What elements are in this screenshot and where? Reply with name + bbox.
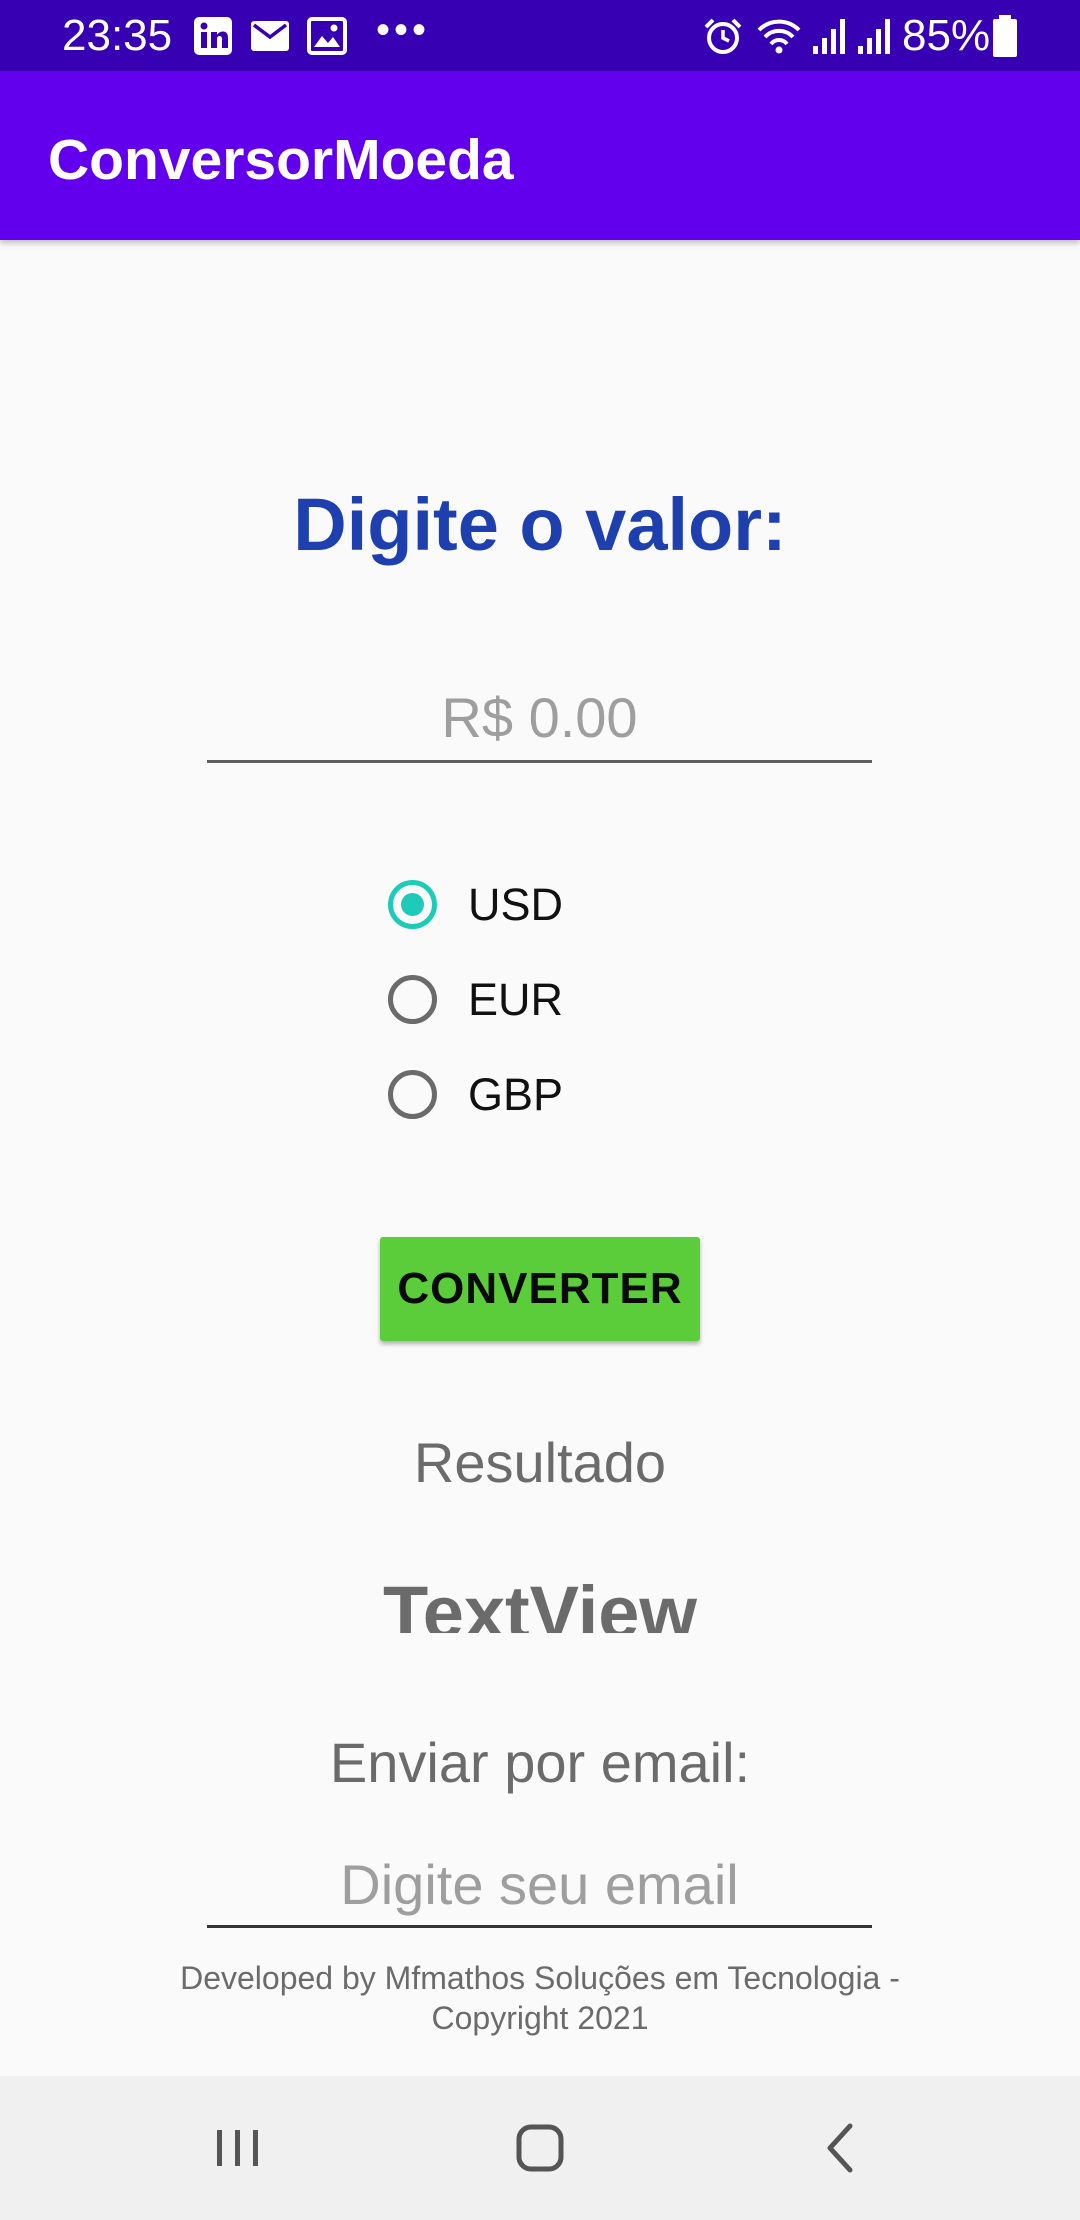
radio-label-gbp: GBP — [468, 1069, 564, 1120]
radio-button[interactable] — [388, 975, 437, 1024]
recent-apps-icon[interactable] — [198, 2108, 278, 2188]
wifi-icon — [757, 19, 801, 54]
back-icon[interactable] — [802, 2108, 882, 2188]
more-notifications-icon: ••• — [376, 8, 431, 52]
status-time: 23:35 — [62, 11, 173, 60]
radio-option-eur[interactable]: EUR — [388, 968, 688, 1063]
linkedin-icon — [194, 17, 232, 55]
amount-input[interactable]: R$ 0.00 — [207, 670, 872, 763]
footer: Developed by Mfmathos Soluções em Tecnol… — [0, 1958, 1080, 2038]
result-value-container: TextView — [0, 1565, 1080, 1633]
radio-option-gbp[interactable]: GBP — [388, 1063, 688, 1158]
footer-line: Developed by Mfmathos Soluções em Tecnol… — [180, 1960, 900, 1996]
footer-line: Copyright 2021 — [431, 2000, 649, 2036]
home-icon[interactable] — [500, 2108, 580, 2188]
app-title: ConversorMoeda — [48, 128, 514, 192]
email-input[interactable]: Digite seu email — [207, 1845, 872, 1928]
radio-button[interactable] — [388, 1070, 437, 1119]
currency-radio-group: USD EUR GBP — [388, 873, 688, 1158]
result-label: Resultado — [413, 1431, 667, 1494]
gallery-icon — [307, 17, 347, 55]
battery-icon — [993, 15, 1017, 57]
app-bar: ConversorMoeda — [0, 71, 1080, 240]
radio-option-usd[interactable]: USD — [388, 873, 688, 968]
amount-heading: Digite o valor: — [293, 483, 787, 566]
navigation-bar — [0, 2076, 1080, 2220]
result-value: TextView — [383, 1571, 697, 1633]
radio-dot — [401, 893, 424, 916]
battery-percent: 85% — [902, 11, 991, 60]
radio-label-eur: EUR — [468, 974, 564, 1025]
convert-button[interactable]: CONVERTER — [380, 1237, 700, 1341]
signal-icon — [858, 19, 890, 54]
email-label: Enviar por email: — [329, 1731, 751, 1794]
radio-label-usd: USD — [468, 879, 564, 930]
mail-icon — [251, 21, 289, 51]
alarm-icon — [704, 18, 742, 54]
status-bar: 23:35 ••• 85% — [0, 0, 1080, 71]
radio-button-checked[interactable] — [388, 880, 437, 929]
signal-icon — [813, 19, 845, 54]
